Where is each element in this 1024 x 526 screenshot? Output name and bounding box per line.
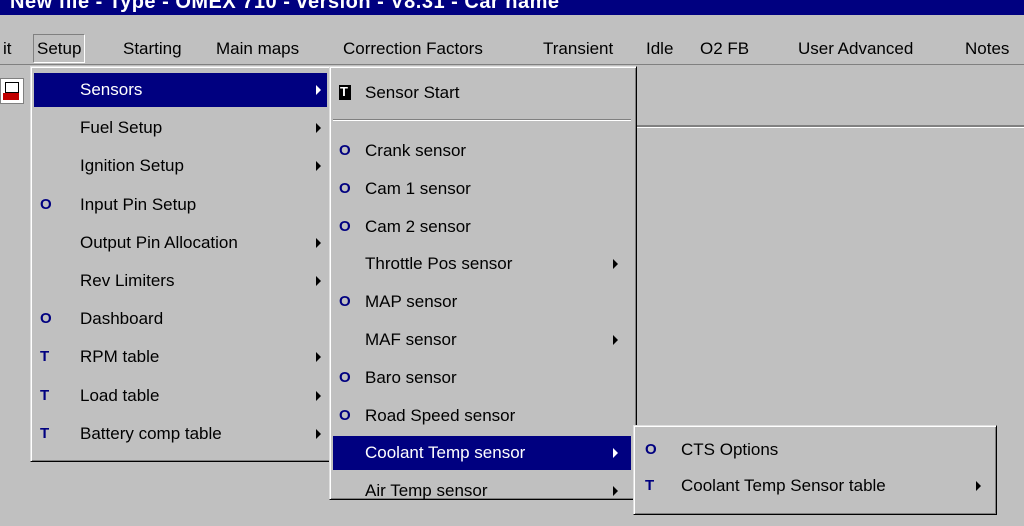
menu-item-sensors[interactable]: Sensors bbox=[34, 73, 327, 107]
menu-item-label: Air Temp sensor bbox=[365, 481, 488, 501]
toolbar-ridge bbox=[635, 125, 1024, 128]
menu-item-sensor-start[interactable]: Sensor Start bbox=[333, 75, 631, 110]
menu-item-coolant-temp-sensor[interactable]: Coolant Temp sensor bbox=[333, 436, 631, 471]
ecu-icon[interactable] bbox=[0, 78, 24, 104]
submenu-arrow-icon bbox=[976, 481, 981, 491]
menu-bar: it Setup Starting Main maps Correction Facto… bbox=[0, 31, 1024, 64]
menu-item-label: Cam 1 sensor bbox=[365, 178, 471, 198]
menu-item-label: Crank sensor bbox=[365, 141, 467, 160]
menu-setup[interactable]: Setup bbox=[33, 34, 86, 63]
menu-item-label: Sensors bbox=[80, 80, 143, 99]
menu-idle[interactable]: Idle bbox=[643, 35, 676, 62]
menu-transient[interactable]: Transient bbox=[540, 35, 616, 62]
menu-item-input-pin-setup[interactable]: O Input Pin Setup bbox=[34, 188, 327, 222]
menu-correction-factors[interactable]: Correction Factors bbox=[340, 35, 486, 62]
table-marker-icon: T bbox=[645, 477, 655, 494]
menu-item-throttle-pos-sensor[interactable]: Throttle Pos sensor bbox=[333, 247, 631, 281]
menu-item-label: Dashboard bbox=[80, 309, 164, 329]
t-box-icon bbox=[339, 75, 351, 109]
menu-item-label: CTS Options bbox=[681, 440, 779, 459]
sensors-submenu: Sensor StartOCrank sensorOCam 1 sensorOC… bbox=[329, 66, 637, 500]
menu-item-label: Coolant Temp Sensor table bbox=[681, 476, 886, 495]
menu-item-output-pin-allocation[interactable]: Output Pin Allocation bbox=[34, 226, 327, 260]
submenu-arrow-icon bbox=[613, 448, 618, 459]
option-marker-icon: O bbox=[339, 217, 351, 235]
submenu-arrow-icon bbox=[613, 335, 618, 345]
submenu-arrow-icon bbox=[613, 259, 618, 270]
submenu-arrow-icon bbox=[316, 161, 321, 172]
menu-separator bbox=[333, 119, 631, 121]
menu-item-label: RPM table bbox=[80, 347, 160, 367]
menu-it[interactable]: it bbox=[0, 35, 15, 62]
menu-item-air-temp-sensor[interactable]: Air Temp sensor bbox=[333, 474, 631, 508]
menu-notes[interactable]: Notes bbox=[962, 35, 1012, 62]
submenu-arrow-icon bbox=[316, 85, 321, 95]
menu-item-rev-limiters[interactable]: Rev Limiters bbox=[34, 264, 327, 298]
menu-item-label: Coolant Temp sensor bbox=[365, 443, 526, 463]
menu-starting[interactable]: Starting bbox=[120, 35, 185, 62]
menu-item-coolant-temp-sensor-table[interactable]: T Coolant Temp Sensor table bbox=[637, 469, 991, 503]
menu-item-cam-2-sensor[interactable]: O Cam 2 sensor bbox=[333, 210, 631, 244]
menu-item-label: Road Speed sensor bbox=[365, 405, 516, 425]
submenu-arrow-icon bbox=[316, 428, 321, 439]
menu-item-label: Sensor Start bbox=[365, 83, 460, 102]
menu-item-label: Rev Limiters bbox=[80, 271, 175, 290]
menu-item-label: Cam 2 sensor bbox=[365, 216, 471, 236]
option-marker-icon: O bbox=[645, 441, 657, 458]
menu-item-map-sensor[interactable]: O MAP sensor bbox=[333, 285, 631, 319]
submenu-arrow-icon bbox=[613, 486, 618, 497]
option-marker-icon: O bbox=[339, 142, 351, 159]
table-marker-icon: T bbox=[40, 386, 50, 404]
menu-item-label: MAF sensor bbox=[365, 330, 457, 349]
menu-user-advanced[interactable]: User Advanced bbox=[795, 35, 916, 62]
menu-item-label: Baro sensor bbox=[365, 367, 457, 387]
menu-item-label: Throttle Pos sensor bbox=[365, 254, 513, 274]
coolant-temp-submenu: O CTS Options T Coolant Temp Sensor table bbox=[633, 425, 997, 515]
title-bar: New file - Type - OMEX 710 - version - V… bbox=[0, 0, 1024, 15]
menu-item-road-speed-sensor[interactable]: O Road Speed sensor bbox=[333, 399, 631, 433]
menu-item-label: Battery comp table bbox=[80, 423, 222, 443]
submenu-arrow-icon bbox=[316, 123, 321, 134]
menu-item-label: Ignition Setup bbox=[80, 156, 184, 176]
menu-item-label: Fuel Setup bbox=[80, 118, 163, 138]
menu-item-load-table[interactable]: T Load table bbox=[34, 379, 327, 413]
setup-menu: Sensors Fuel Setup Ignition Setup O Input Pi… bbox=[30, 66, 332, 462]
menu-item-maf-sensor[interactable]: MAF sensor bbox=[333, 323, 631, 357]
menu-item-baro-sensor[interactable]: O Baro sensor bbox=[333, 361, 631, 395]
submenu-arrow-icon bbox=[316, 390, 321, 401]
menu-item-cam-1-sensor[interactable]: O Cam 1 sensor bbox=[333, 172, 631, 206]
option-marker-icon: O bbox=[339, 406, 351, 424]
menu-o2-fb[interactable]: O2 FB bbox=[697, 35, 752, 62]
option-marker-icon: O bbox=[339, 368, 351, 386]
option-marker-icon: O bbox=[40, 310, 52, 328]
table-marker-icon: T bbox=[40, 424, 50, 442]
toolbar-divider bbox=[0, 64, 1024, 65]
menu-item-label: Input Pin Setup bbox=[80, 194, 197, 214]
menu-item-label: Load table bbox=[80, 385, 160, 405]
menu-item-battery-comp-table[interactable]: T Battery comp table bbox=[34, 417, 327, 451]
menu-item-label: MAP sensor bbox=[365, 292, 458, 312]
window-title: New file - Type - OMEX 710 - version - V… bbox=[10, 0, 560, 13]
submenu-arrow-icon bbox=[316, 352, 321, 363]
menu-item-crank-sensor[interactable]: O Crank sensor bbox=[333, 134, 631, 168]
menu-main-maps[interactable]: Main maps bbox=[213, 35, 302, 62]
submenu-arrow-icon bbox=[316, 276, 321, 286]
option-marker-icon: O bbox=[40, 195, 52, 213]
menu-item-ignition-setup[interactable]: Ignition Setup bbox=[34, 149, 327, 183]
menu-item-rpm-table[interactable]: T RPM table bbox=[34, 340, 327, 374]
submenu-arrow-icon bbox=[316, 237, 321, 248]
menu-item-cts-options[interactable]: O CTS Options bbox=[637, 433, 991, 467]
menu-item-fuel-setup[interactable]: Fuel Setup bbox=[34, 111, 327, 145]
table-marker-icon: T bbox=[40, 348, 50, 366]
option-marker-icon: O bbox=[339, 293, 351, 311]
option-marker-icon: O bbox=[339, 179, 351, 197]
menu-item-label: Output Pin Allocation bbox=[80, 232, 238, 252]
menu-item-dashboard[interactable]: O Dashboard bbox=[34, 302, 327, 336]
